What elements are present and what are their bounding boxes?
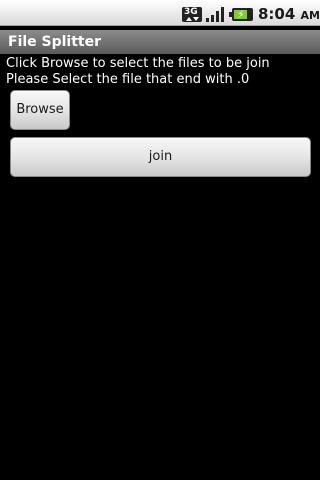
- signal-bar: [211, 15, 214, 22]
- signal-bar: [206, 18, 209, 22]
- status-clock: 8:04 AM: [258, 5, 320, 25]
- battery-tip: [229, 12, 232, 17]
- charging-bolt-icon: ⚡: [237, 8, 245, 21]
- clock-time: 8:04: [258, 5, 296, 23]
- upload-arrow-icon: [186, 17, 192, 21]
- instruction-text-file-extension: Please Select the file that end with .0: [6, 72, 250, 87]
- signal-strength-icon: [206, 7, 226, 22]
- clock-suffix: AM: [300, 9, 320, 22]
- signal-bar: [221, 7, 224, 22]
- app-screen: 3G ⚡ 8:04 AM File Splitter Click Browse …: [0, 0, 320, 480]
- download-arrow-icon: [193, 17, 199, 21]
- join-button[interactable]: join: [10, 137, 311, 177]
- app-title: File Splitter: [8, 34, 102, 50]
- status-bar: 3G ⚡ 8:04 AM: [0, 0, 320, 26]
- network-type-label: 3G: [184, 7, 198, 17]
- 3g-data-icon: 3G: [182, 7, 202, 22]
- battery-charging-icon: ⚡: [229, 8, 253, 21]
- browse-button[interactable]: Browse: [10, 90, 70, 130]
- signal-bar: [216, 11, 219, 22]
- title-bar: File Splitter: [0, 30, 320, 54]
- instruction-text-browse: Click Browse to select the files to be j…: [6, 56, 270, 71]
